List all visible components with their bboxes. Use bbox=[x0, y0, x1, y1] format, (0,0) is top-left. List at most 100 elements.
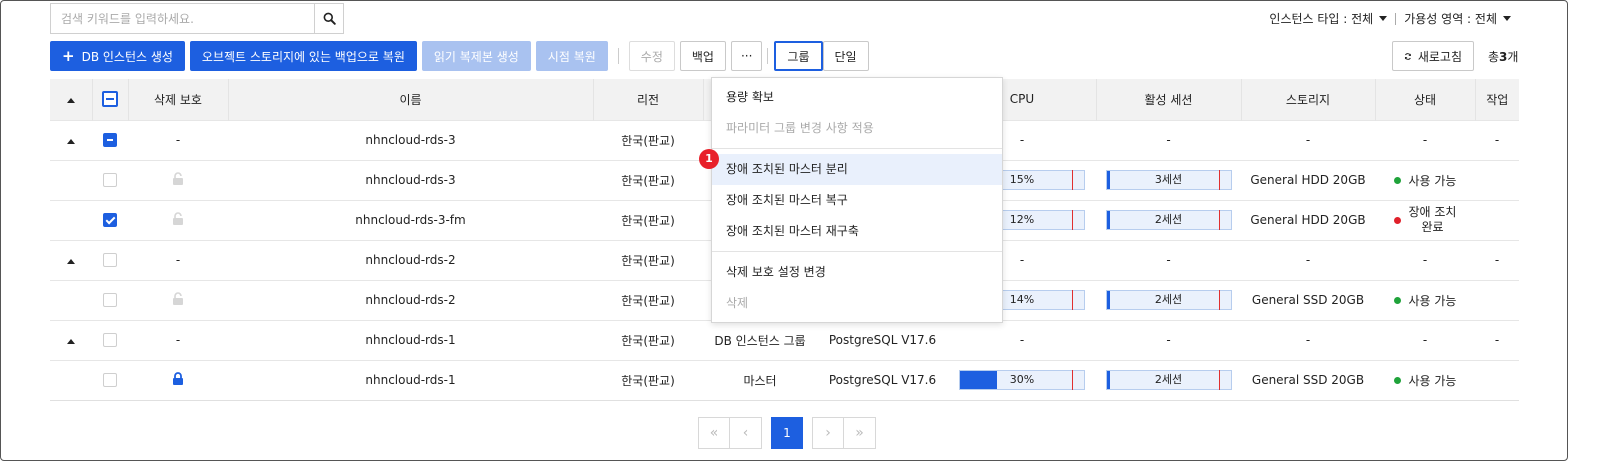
group-view-button[interactable]: 그룹 bbox=[774, 41, 823, 71]
refresh-button[interactable]: 새로고침 bbox=[1392, 41, 1474, 71]
pagination-forward-group: › » bbox=[812, 417, 876, 449]
group-collapse-toggle[interactable] bbox=[50, 119, 92, 160]
last-page-button[interactable]: » bbox=[844, 417, 876, 449]
search-icon bbox=[323, 12, 336, 25]
header-region[interactable]: 리전 bbox=[593, 79, 704, 120]
delete-protect-cell[interactable] bbox=[128, 199, 228, 240]
restore-from-object-storage-button[interactable]: 오브젝트 스토리지에 있는 백업으로 복원 bbox=[189, 41, 417, 71]
instance-name: nhncloud-rds-3 bbox=[228, 159, 593, 200]
collapse-all-toggle[interactable] bbox=[50, 79, 93, 120]
storage-cell: General SSD 20GB bbox=[1241, 359, 1375, 401]
unlocked-icon bbox=[173, 171, 183, 185]
instance-name: nhncloud-rds-3 bbox=[228, 119, 593, 160]
row-checkbox[interactable] bbox=[92, 279, 128, 320]
availability-zone-label: 가용성 영역 : 전체 bbox=[1404, 12, 1497, 26]
prev-page-button[interactable]: ‹ bbox=[730, 417, 762, 449]
caret-down-icon bbox=[1503, 16, 1511, 21]
sessions-cell: 2세션 bbox=[1096, 199, 1241, 240]
header-status[interactable]: 상태 bbox=[1375, 79, 1476, 120]
select-all-checkbox[interactable] bbox=[92, 79, 129, 120]
storage-cell: - bbox=[1241, 119, 1375, 160]
delete-protect-cell: - bbox=[128, 319, 228, 360]
menu-item-apply-parameter-group[interactable]: 파라미터 그룹 변경 사항 적용 bbox=[712, 113, 1002, 144]
instance-name: nhncloud-rds-2 bbox=[228, 279, 593, 320]
edit-button[interactable]: 수정 bbox=[628, 41, 675, 71]
pagination: « ‹ 1 › » bbox=[698, 417, 876, 449]
menu-item-detach-failed-master[interactable]: 장애 조치된 마스터 분리 bbox=[712, 154, 1002, 185]
point-in-time-restore-button[interactable]: 시점 복원 bbox=[535, 41, 608, 71]
status-cell: - bbox=[1375, 239, 1475, 280]
instance-name: nhncloud-rds-2 bbox=[228, 239, 593, 280]
table-row[interactable]: - nhncloud-rds-1 한국(판교) DB 인스턴스 그룹 Postg… bbox=[50, 319, 1519, 360]
more-actions-button[interactable]: ··· bbox=[730, 41, 763, 71]
instance-name: nhncloud-rds-1 bbox=[228, 359, 593, 401]
backup-button[interactable]: 백업 bbox=[679, 41, 726, 71]
session-usage-bar: 3세션 bbox=[1105, 170, 1232, 190]
delete-protect-cell: - bbox=[128, 119, 228, 160]
row-checkbox[interactable] bbox=[92, 239, 128, 280]
row-checkbox[interactable] bbox=[92, 359, 128, 401]
delete-protect-cell[interactable] bbox=[128, 159, 228, 200]
delete-protect-cell[interactable] bbox=[128, 279, 228, 320]
single-view-button[interactable]: 단일 bbox=[822, 41, 869, 71]
unlocked-icon bbox=[173, 211, 183, 225]
session-usage-bar: 2세션 bbox=[1105, 210, 1232, 230]
page-1-button[interactable]: 1 bbox=[771, 417, 803, 449]
storage-cell: General SSD 20GB bbox=[1241, 279, 1375, 320]
storage-cell: - bbox=[1241, 319, 1375, 360]
version-cell: PostgreSQL V17.6 bbox=[817, 319, 948, 360]
group-collapse-toggle[interactable] bbox=[50, 239, 92, 280]
status-cell: - bbox=[1375, 119, 1475, 160]
create-instance-button[interactable]: + DB 인스턴스 생성 bbox=[50, 41, 185, 71]
storage-cell: General HDD 20GB bbox=[1241, 199, 1375, 240]
type-cell: 마스터 bbox=[703, 359, 817, 401]
region-cell: 한국(판교) bbox=[593, 359, 703, 401]
step-badge: 1 bbox=[699, 149, 719, 169]
menu-item-rebuild-failed-master[interactable]: 장애 조치된 마스터 재구축 bbox=[712, 216, 1002, 247]
menu-item-delete[interactable]: 삭제 bbox=[712, 288, 1002, 319]
header-sessions[interactable]: 활성 세션 bbox=[1096, 79, 1242, 120]
first-page-button[interactable]: « bbox=[698, 417, 730, 449]
instance-name: nhncloud-rds-3-fm bbox=[228, 199, 593, 240]
header-name[interactable]: 이름 bbox=[228, 79, 594, 120]
search-input[interactable] bbox=[50, 3, 314, 34]
table-row[interactable]: nhncloud-rds-1 한국(판교) 마스터 PostgreSQL V17… bbox=[50, 359, 1519, 401]
menu-item-recover-failed-master[interactable]: 장애 조치된 마스터 복구 bbox=[712, 185, 1002, 216]
delete-protect-cell: - bbox=[128, 239, 228, 280]
menu-item-secure-capacity[interactable]: 용량 확보 bbox=[712, 82, 1002, 113]
version-cell: PostgreSQL V17.6 bbox=[817, 359, 948, 401]
storage-cell: - bbox=[1241, 239, 1375, 280]
checkbox-icon bbox=[103, 253, 117, 268]
status-cell: 사용 가능 bbox=[1375, 359, 1475, 401]
header-storage[interactable]: 스토리지 bbox=[1241, 79, 1376, 120]
row-checkbox[interactable] bbox=[92, 159, 128, 200]
filters: 인스턴스 타입 : 전체 가용성 영역 : 전체 bbox=[1269, 10, 1511, 27]
session-usage-bar: 2세션 bbox=[1105, 290, 1232, 310]
delete-protect-cell[interactable] bbox=[128, 359, 228, 401]
toolbar-divider bbox=[767, 48, 769, 64]
row-checkbox[interactable] bbox=[92, 319, 128, 360]
more-actions-menu: 용량 확보 파라미터 그룹 변경 사항 적용 장애 조치된 마스터 분리 장애 … bbox=[711, 77, 1003, 323]
create-read-replica-button[interactable]: 읽기 복제본 생성 bbox=[421, 41, 531, 71]
next-page-button[interactable]: › bbox=[812, 417, 844, 449]
checkbox-indeterminate-icon bbox=[103, 133, 117, 148]
search-button[interactable] bbox=[314, 3, 344, 34]
header-delete-protect[interactable]: 삭제 보호 bbox=[128, 79, 229, 120]
region-cell: 한국(판교) bbox=[593, 279, 703, 320]
search-box bbox=[50, 3, 344, 34]
availability-zone-filter[interactable]: 가용성 영역 : 전체 bbox=[1404, 10, 1511, 27]
instance-type-filter[interactable]: 인스턴스 타입 : 전체 bbox=[1269, 10, 1388, 27]
status-available-dot bbox=[1393, 376, 1401, 384]
divider bbox=[1395, 12, 1397, 25]
row-checkbox[interactable] bbox=[92, 199, 128, 240]
checkbox-icon bbox=[103, 333, 117, 348]
menu-divider bbox=[712, 251, 1002, 252]
region-cell: 한국(판교) bbox=[593, 239, 703, 280]
row-checkbox[interactable] bbox=[92, 119, 128, 160]
caret-up-icon bbox=[67, 259, 75, 264]
status-available-dot bbox=[1393, 296, 1401, 304]
group-collapse-toggle[interactable] bbox=[50, 319, 92, 360]
menu-item-change-delete-protect[interactable]: 삭제 보호 설정 변경 bbox=[712, 257, 1002, 288]
caret-up-icon bbox=[66, 98, 75, 104]
sessions-cell: - bbox=[1096, 119, 1241, 160]
